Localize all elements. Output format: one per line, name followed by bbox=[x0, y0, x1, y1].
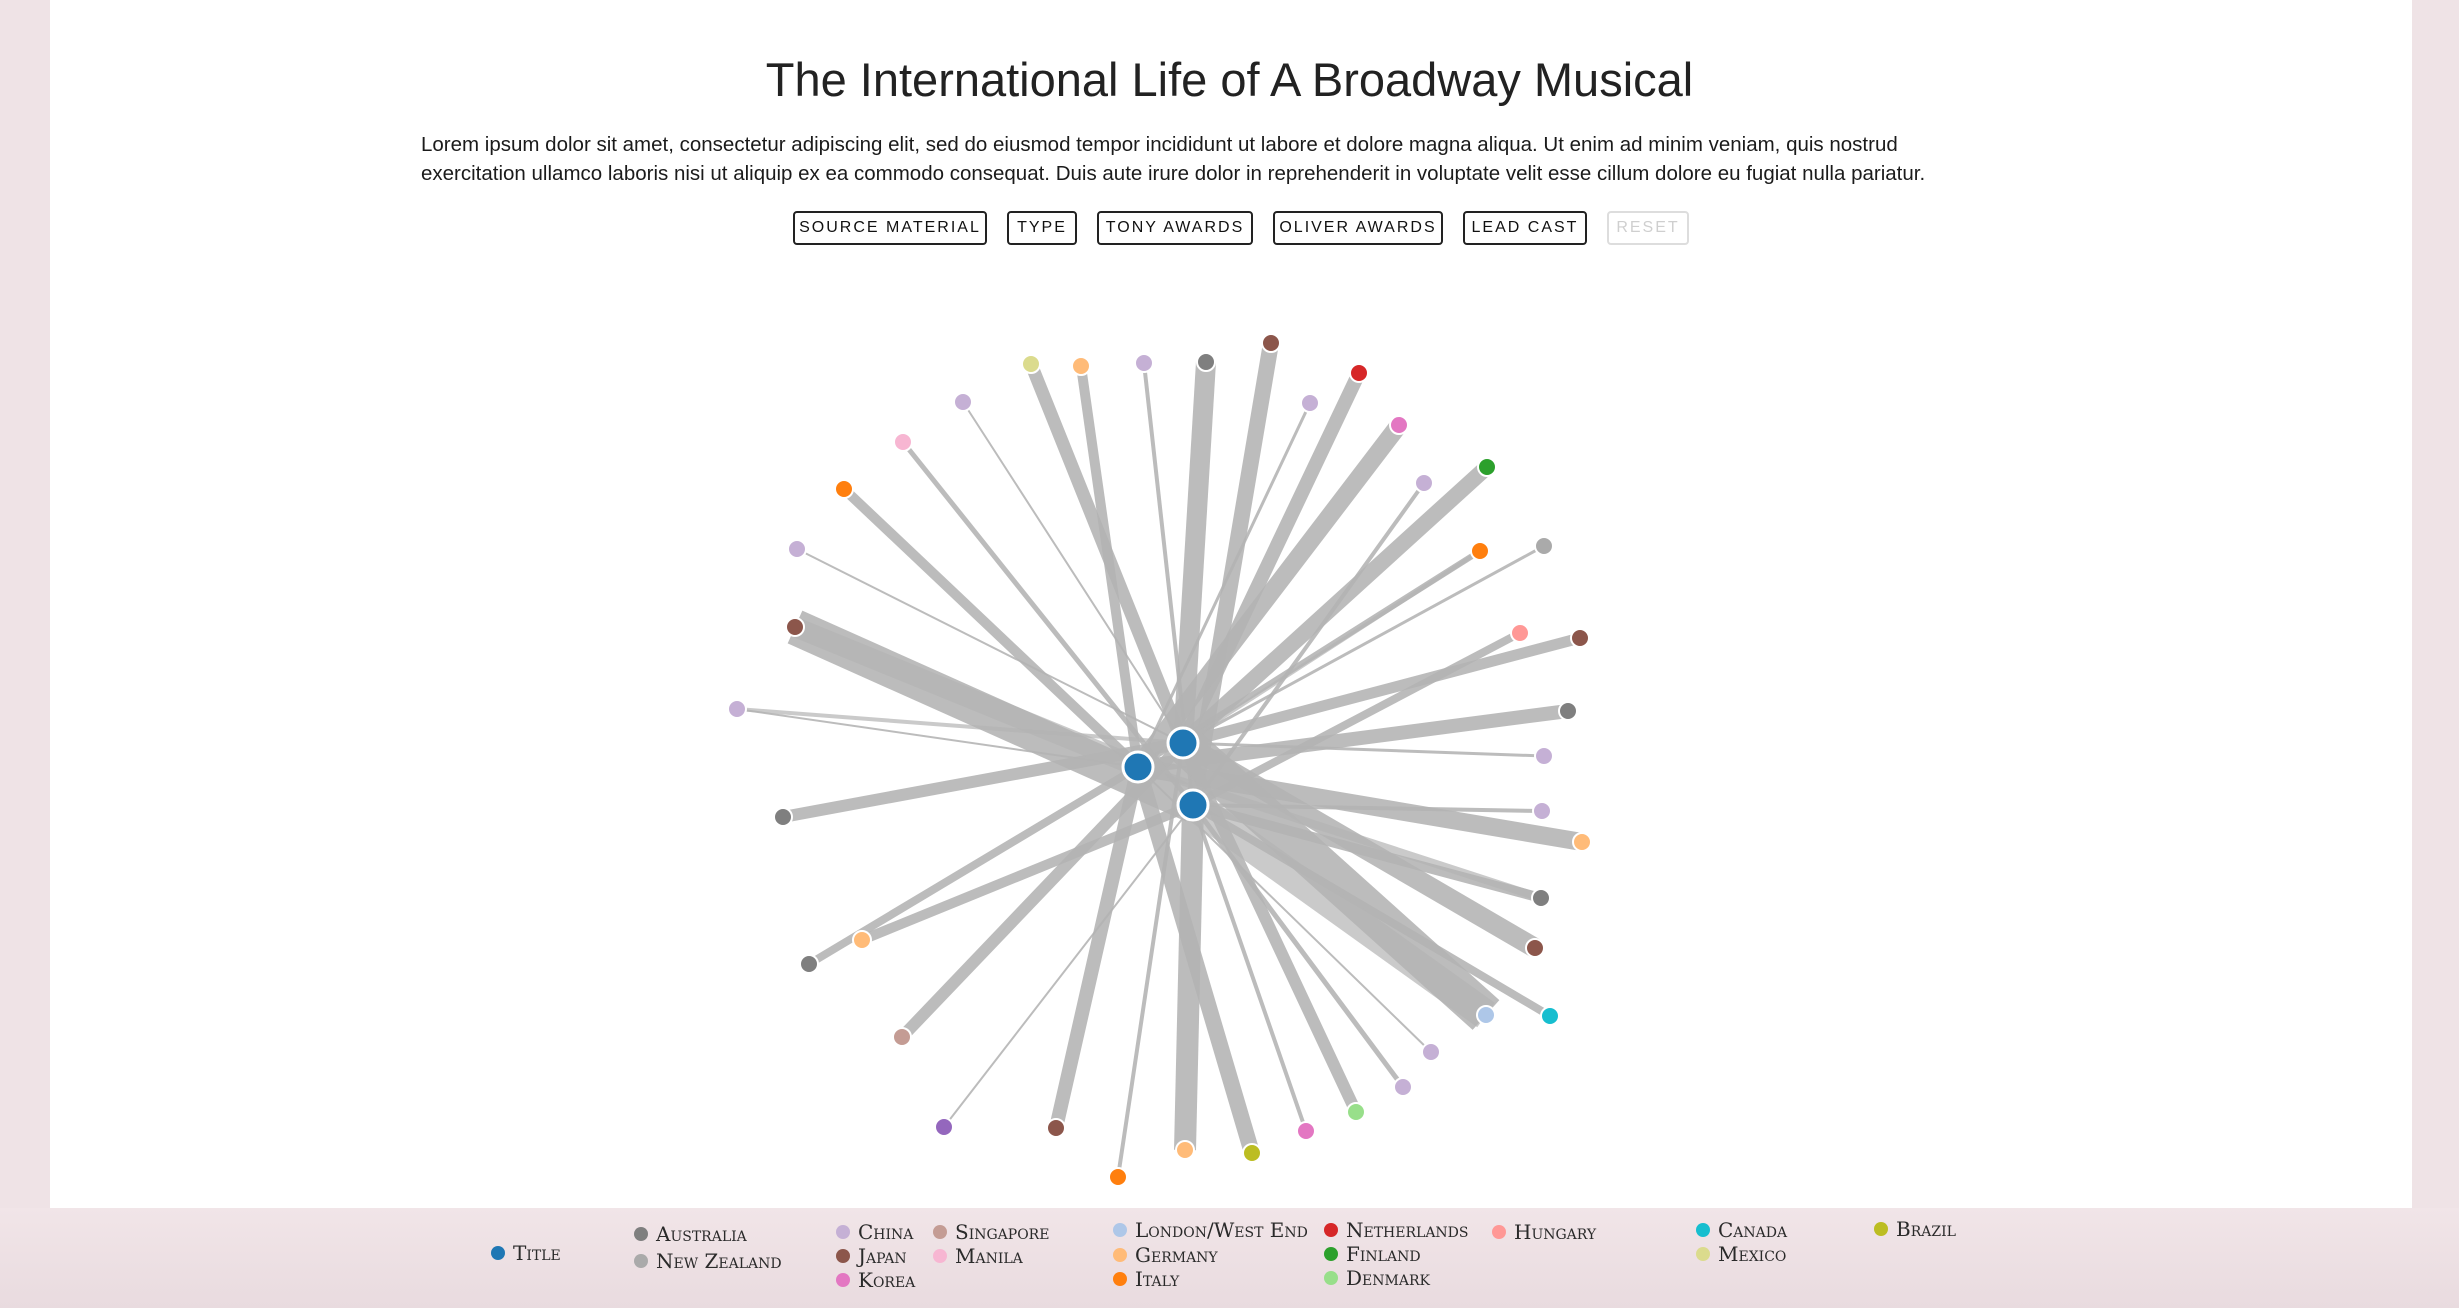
network-node-purple[interactable] bbox=[934, 1117, 954, 1137]
network-node-italy[interactable] bbox=[1470, 541, 1490, 561]
network-node-china[interactable] bbox=[1421, 1042, 1441, 1062]
legend-dot-germany bbox=[1113, 1248, 1127, 1262]
network-node-manila[interactable] bbox=[893, 432, 913, 452]
legend-dot-canada bbox=[1696, 1223, 1710, 1237]
network-node-australia[interactable] bbox=[1531, 888, 1551, 908]
network-node-china[interactable] bbox=[1534, 746, 1554, 766]
network-node-germany[interactable] bbox=[1071, 356, 1091, 376]
legend-label-australia: Australia bbox=[656, 1222, 747, 1246]
network-node-germany[interactable] bbox=[1175, 1140, 1195, 1160]
legend-label-singapore: Singapore bbox=[955, 1220, 1050, 1244]
network-node-germany[interactable] bbox=[852, 930, 872, 950]
legend-label-italy: Italy bbox=[1135, 1267, 1180, 1291]
network-node-china[interactable] bbox=[1532, 801, 1552, 821]
legend-label-new-zealand: New Zealand bbox=[656, 1249, 782, 1273]
legend-label-korea: Korea bbox=[858, 1268, 916, 1292]
network-node-china[interactable] bbox=[1414, 473, 1434, 493]
network-node-mexico[interactable] bbox=[1021, 354, 1041, 374]
legend: Title Australia New Zealand China Japan … bbox=[0, 1208, 2459, 1308]
legend-dot-title bbox=[491, 1246, 505, 1260]
network-node-japan[interactable] bbox=[1525, 938, 1545, 958]
network-node-japan[interactable] bbox=[1570, 628, 1590, 648]
legend-dot-denmark bbox=[1324, 1271, 1338, 1285]
legend-dot-london bbox=[1113, 1223, 1127, 1237]
legend-label-germany: Germany bbox=[1135, 1243, 1218, 1267]
legend-label-china: China bbox=[858, 1220, 914, 1244]
legend-dot-mexico bbox=[1696, 1247, 1710, 1261]
legend-dot-brazil bbox=[1874, 1222, 1888, 1236]
legend-label-canada: Canada bbox=[1718, 1218, 1788, 1242]
network-node-hungary[interactable] bbox=[1510, 623, 1530, 643]
legend-dot-italy bbox=[1113, 1272, 1127, 1286]
network-node-australia[interactable] bbox=[1196, 352, 1216, 372]
network-links bbox=[736, 341, 1584, 1178]
legend-dot-new-zealand bbox=[634, 1254, 648, 1268]
network-node-singapore[interactable] bbox=[892, 1027, 912, 1047]
network-node-korea[interactable] bbox=[1389, 415, 1409, 435]
network-node-china[interactable] bbox=[787, 539, 807, 559]
legend-dot-australia bbox=[634, 1227, 648, 1241]
network-node-australia[interactable] bbox=[773, 807, 793, 827]
network-node-china[interactable] bbox=[727, 699, 747, 719]
network-node-italy[interactable] bbox=[834, 479, 854, 499]
network-node-china[interactable] bbox=[1300, 393, 1320, 413]
legend-dot-china bbox=[836, 1225, 850, 1239]
network-node-new-zealand[interactable] bbox=[1534, 536, 1554, 556]
legend-label-finland: Finland bbox=[1346, 1242, 1421, 1266]
network-node-london[interactable] bbox=[1476, 1005, 1496, 1025]
network-node-japan[interactable] bbox=[785, 617, 805, 637]
network-node-japan[interactable] bbox=[1046, 1118, 1066, 1138]
legend-dot-korea bbox=[836, 1273, 850, 1287]
legend-label-netherlands: Netherlands bbox=[1346, 1218, 1469, 1242]
legend-dot-hungary bbox=[1492, 1225, 1506, 1239]
network-node-netherlands[interactable] bbox=[1349, 363, 1369, 383]
legend-dot-japan bbox=[836, 1249, 850, 1263]
network-node-brazil[interactable] bbox=[1242, 1143, 1262, 1163]
network-node-korea[interactable] bbox=[1296, 1121, 1316, 1141]
network-node-china[interactable] bbox=[1393, 1077, 1413, 1097]
network-graph[interactable] bbox=[0, 0, 2459, 1208]
network-node-japan[interactable] bbox=[1261, 333, 1281, 353]
network-node-italy[interactable] bbox=[1108, 1167, 1128, 1187]
network-node-china[interactable] bbox=[1134, 353, 1154, 373]
network-node-finland[interactable] bbox=[1477, 457, 1497, 477]
legend-dot-netherlands bbox=[1324, 1223, 1338, 1237]
legend-label-title: Title bbox=[513, 1241, 561, 1265]
network-node-canada[interactable] bbox=[1540, 1006, 1560, 1026]
page: The International Life of A Broadway Mus… bbox=[0, 0, 2459, 1308]
network-node-germany[interactable] bbox=[1572, 832, 1592, 852]
network-link bbox=[1049, 765, 1145, 1130]
network-link bbox=[1174, 804, 1204, 1151]
network-node-title[interactable] bbox=[1166, 726, 1200, 760]
network-link bbox=[791, 617, 1142, 777]
legend-label-manila: Manila bbox=[955, 1244, 1023, 1268]
legend-dot-singapore bbox=[933, 1225, 947, 1239]
network-node-title[interactable] bbox=[1121, 750, 1155, 784]
legend-dot-finland bbox=[1324, 1247, 1338, 1261]
network-node-china[interactable] bbox=[953, 392, 973, 412]
legend-dot-manila bbox=[933, 1249, 947, 1263]
legend-label-japan: Japan bbox=[858, 1244, 907, 1268]
legend-label-mexico: Mexico bbox=[1718, 1242, 1787, 1266]
legend-label-london: London/West End bbox=[1135, 1218, 1308, 1242]
network-node-australia[interactable] bbox=[799, 954, 819, 974]
network-node-title[interactable] bbox=[1176, 788, 1210, 822]
network-node-australia[interactable] bbox=[1558, 701, 1578, 721]
network-node-denmark[interactable] bbox=[1346, 1102, 1366, 1122]
legend-label-hungary: Hungary bbox=[1514, 1220, 1597, 1244]
network-link bbox=[860, 800, 1195, 945]
legend-label-brazil: Brazil bbox=[1896, 1217, 1956, 1241]
legend-label-denmark: Denmark bbox=[1346, 1266, 1430, 1290]
